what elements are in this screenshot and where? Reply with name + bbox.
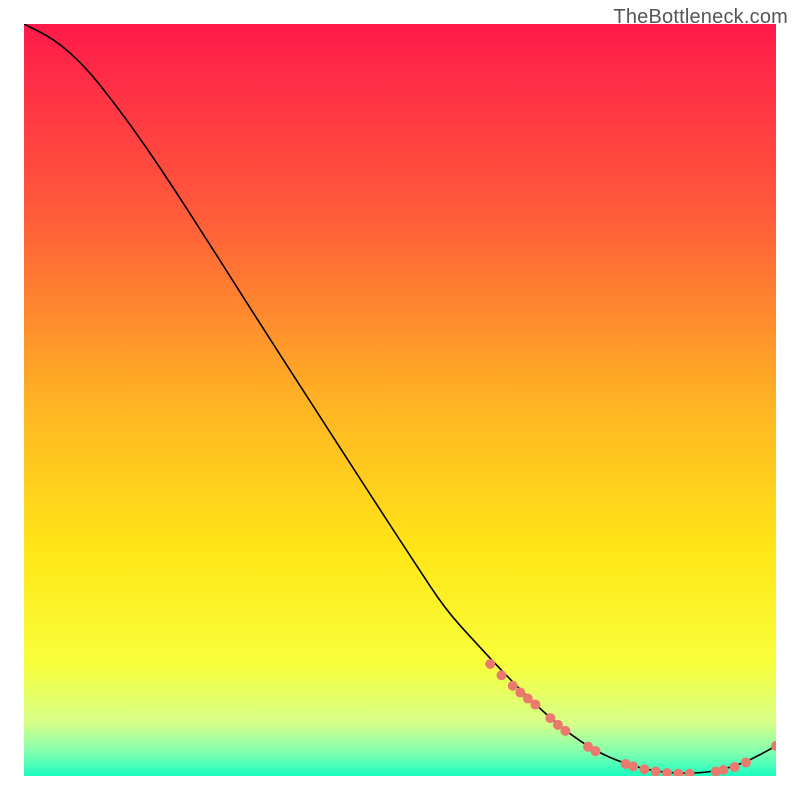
chart-container xyxy=(24,24,776,776)
marker-point xyxy=(560,726,570,736)
chart-background xyxy=(24,24,776,776)
marker-point xyxy=(718,765,728,775)
marker-point xyxy=(545,713,555,723)
marker-point xyxy=(591,746,601,756)
marker-point xyxy=(530,700,540,710)
marker-point xyxy=(485,659,495,669)
marker-point xyxy=(628,761,638,771)
marker-point xyxy=(639,764,649,774)
marker-point xyxy=(741,757,751,767)
marker-point xyxy=(497,670,507,680)
bottleneck-chart xyxy=(24,24,776,776)
marker-point xyxy=(730,762,740,772)
watermark-text: TheBottleneck.com xyxy=(613,6,788,29)
marker-point xyxy=(508,681,518,691)
